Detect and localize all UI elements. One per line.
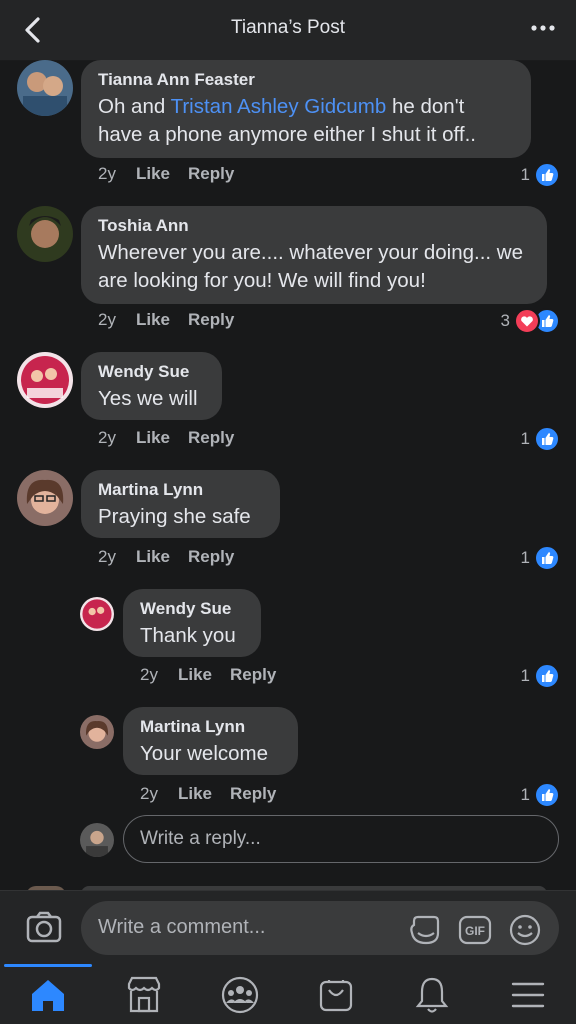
reaction-summary[interactable]: 1: [521, 426, 560, 452]
comment-age: 2y: [98, 547, 116, 566]
like-reaction-icon: [534, 782, 560, 808]
reaction-count: 1: [520, 785, 530, 804]
reaction-summary[interactable]: 3: [501, 308, 560, 334]
active-tab-indicator: [4, 964, 92, 967]
comment-bubble[interactable]: Toshia Ann Wherever you are.... whatever…: [81, 206, 547, 304]
reply-bubble[interactable]: Wendy Sue Thank you: [123, 589, 261, 657]
comment-age: 2y: [98, 310, 116, 329]
comment-author[interactable]: Wendy Sue: [140, 599, 244, 619]
reaction-count: 1: [520, 429, 530, 448]
comment-actions: 2y Like Reply: [98, 310, 252, 330]
like-reaction-icon: [534, 663, 560, 689]
like-reaction-icon: [534, 162, 560, 188]
comment-age: 2y: [140, 665, 158, 684]
comment-age: 2y: [140, 784, 158, 803]
reaction-count: 1: [520, 666, 530, 685]
like-button[interactable]: Like: [136, 547, 170, 567]
mention-link[interactable]: Tristan Ashley Gidcumb: [171, 95, 387, 118]
more-options-icon[interactable]: [530, 18, 556, 38]
reaction-count: 1: [520, 165, 530, 184]
avatar-sticker-icon[interactable]: [408, 913, 442, 947]
my-avatar: [80, 823, 114, 857]
like-button[interactable]: Like: [178, 665, 212, 685]
avatar[interactable]: [80, 597, 114, 631]
comment-bubble[interactable]: Martina Lynn Praying she safe: [81, 470, 280, 538]
reaction-count: 1: [520, 548, 530, 567]
like-button[interactable]: Like: [136, 310, 170, 330]
comment-actions: 2y Like Reply: [98, 547, 252, 567]
reaction-summary[interactable]: 1: [521, 782, 560, 808]
groups-icon[interactable]: [219, 974, 261, 1016]
like-button[interactable]: Like: [136, 164, 170, 184]
reaction-summary[interactable]: 1: [521, 162, 560, 188]
home-icon[interactable]: [27, 974, 69, 1016]
comment-text: Your welcome: [140, 742, 269, 765]
reply-input[interactable]: Write a reply...: [123, 815, 559, 863]
comment-author[interactable]: Martina Lynn: [140, 717, 281, 737]
like-button[interactable]: Like: [136, 428, 170, 448]
page-title: Tianna’s Post: [230, 17, 346, 38]
like-reaction-icon: [534, 545, 560, 571]
comment-actions: 2y Like Reply: [98, 428, 252, 448]
comment-text-part: Oh and: [98, 95, 171, 118]
reply-button[interactable]: Reply: [188, 428, 234, 448]
reply-button[interactable]: Reply: [188, 547, 234, 567]
menu-icon[interactable]: [507, 974, 549, 1016]
comment-author[interactable]: Tianna Ann Feaster: [98, 70, 514, 90]
reply-button[interactable]: Reply: [188, 164, 234, 184]
bottom-tab-bar: [0, 964, 576, 1024]
avatar[interactable]: [17, 470, 73, 526]
gif-icon[interactable]: GIF: [458, 913, 492, 947]
reaction-summary[interactable]: 1: [521, 663, 560, 689]
comment-text: Thank you: [140, 624, 236, 647]
love-reaction-icon: [514, 308, 540, 334]
svg-text:GIF: GIF: [465, 924, 485, 938]
comment-age: 2y: [98, 428, 116, 447]
comments-feed: Tianna Ann Feaster Oh and Tristan Ashley…: [0, 60, 576, 890]
comment-author[interactable]: Toshia Ann: [98, 216, 530, 236]
marketplace-icon[interactable]: [123, 974, 165, 1016]
comment-composer: Write a comment... GIF: [0, 890, 576, 965]
comment-author[interactable]: Martina Lynn: [98, 480, 263, 500]
comment-input-placeholder: Write a comment...: [98, 916, 266, 938]
reaction-count: 3: [500, 311, 510, 330]
avatar[interactable]: [17, 60, 73, 116]
avatar[interactable]: [80, 715, 114, 749]
comment-bubble[interactable]: Tianna Ann Feaster Oh and Tristan Ashley…: [81, 60, 531, 158]
reply-bubble[interactable]: Martina Lynn Your welcome: [123, 707, 298, 775]
comment-actions: 2y Like Reply: [140, 784, 294, 804]
like-reaction-icon: [534, 426, 560, 452]
emoji-icon[interactable]: [508, 913, 542, 947]
comment-author[interactable]: Wendy Sue: [98, 362, 205, 382]
comment-bubble[interactable]: Wendy Sue Yes we will: [81, 352, 222, 420]
shop-icon[interactable]: [315, 974, 357, 1016]
comment-actions: 2y Like Reply: [140, 665, 294, 685]
comment-text: Praying she safe: [98, 505, 251, 528]
reply-button[interactable]: Reply: [230, 784, 276, 804]
reply-button[interactable]: Reply: [230, 665, 276, 685]
comment-text: Wherever you are.... whatever your doing…: [98, 241, 524, 292]
camera-icon[interactable]: [24, 907, 64, 947]
like-button[interactable]: Like: [178, 784, 212, 804]
comment-actions: 2y Like Reply: [98, 164, 252, 184]
comment-age: 2y: [98, 164, 116, 183]
reply-button[interactable]: Reply: [188, 310, 234, 330]
comment-text: Oh and Tristan Ashley Gidcumb he don't h…: [98, 93, 514, 149]
comment-text: Yes we will: [98, 387, 198, 410]
avatar[interactable]: [17, 352, 73, 408]
reaction-summary[interactable]: 1: [521, 545, 560, 571]
top-bar: Tianna’s Post: [0, 0, 576, 61]
notifications-icon[interactable]: [411, 974, 453, 1016]
avatar[interactable]: [17, 206, 73, 262]
